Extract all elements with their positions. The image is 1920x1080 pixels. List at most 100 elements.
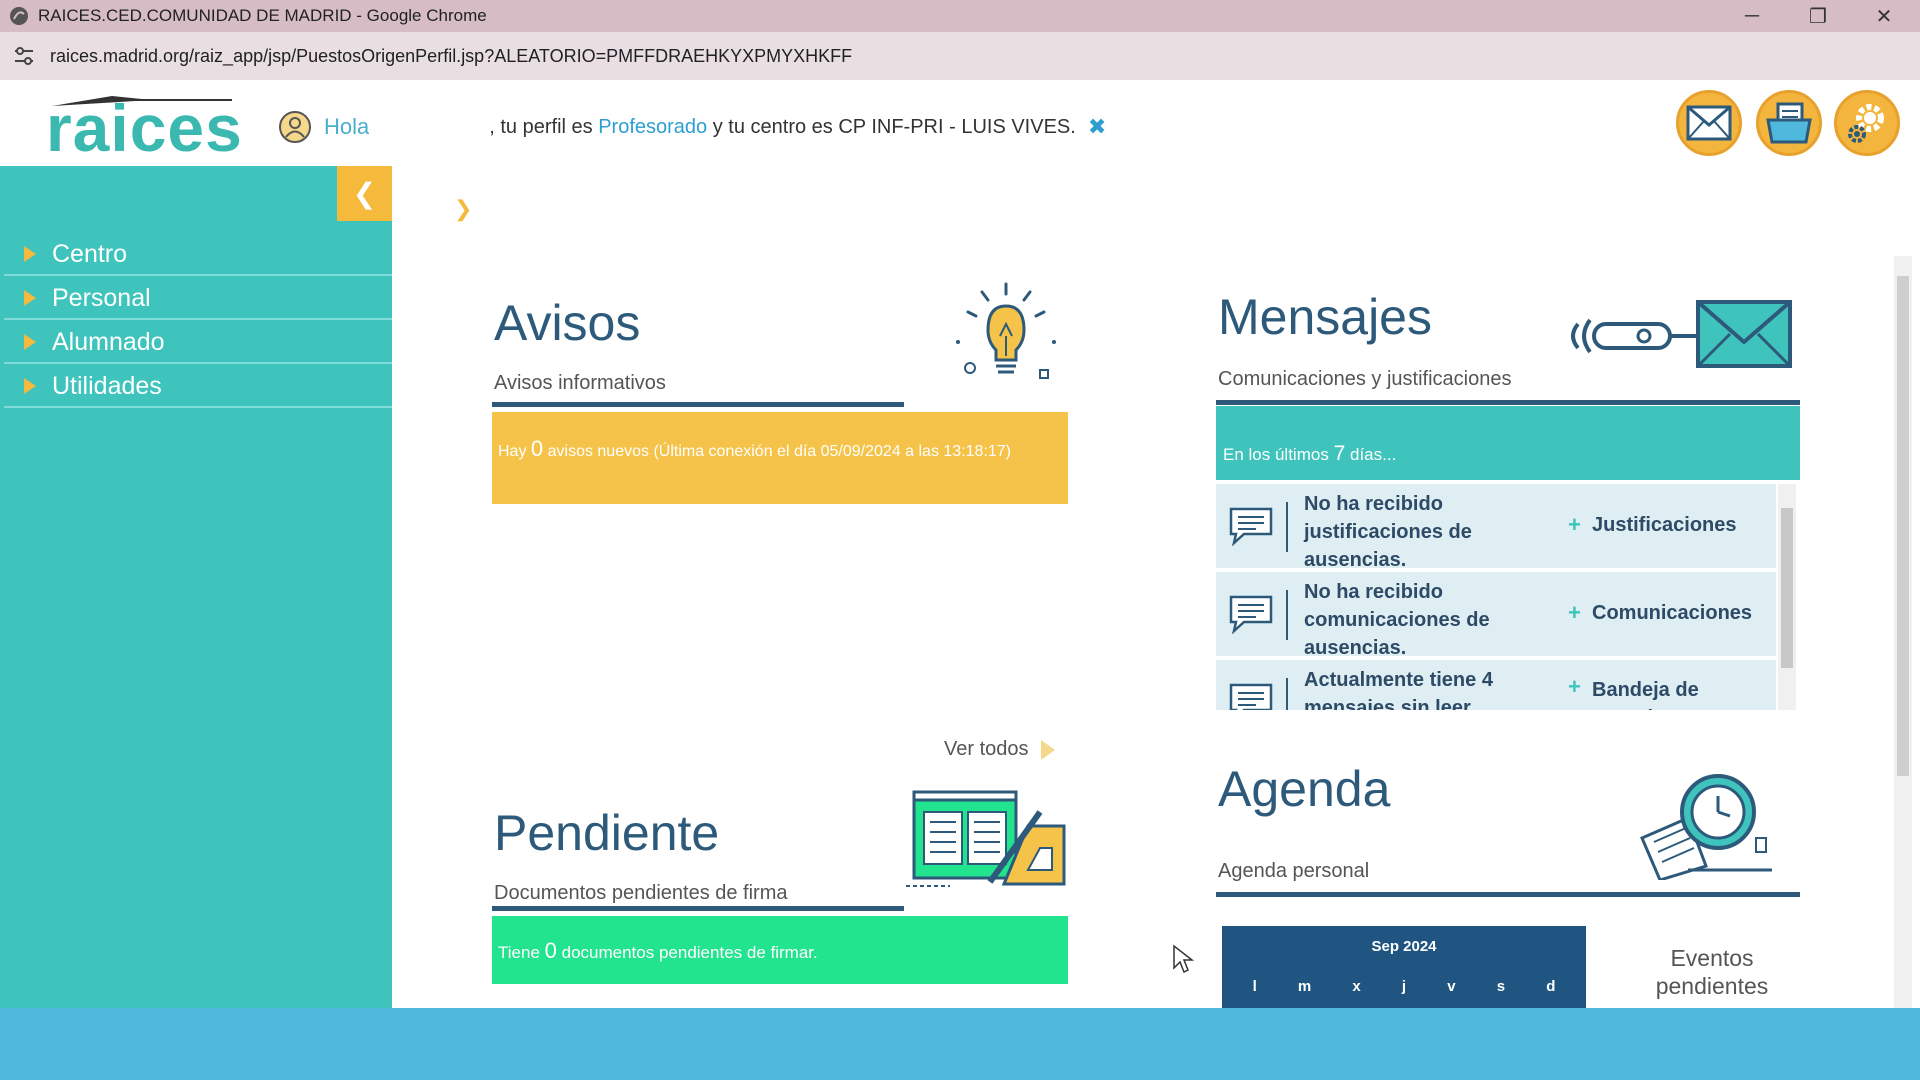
- sidebar-item-utilidades[interactable]: Utilidades: [4, 366, 392, 408]
- envelope-icon: [1686, 105, 1732, 141]
- clock-agenda-icon: [1640, 774, 1772, 880]
- scrollbar-thumb[interactable]: [1897, 276, 1909, 776]
- bar-prefix: En los últimos: [1223, 445, 1329, 464]
- ver-todos-label: Ver todos: [944, 738, 1029, 760]
- avisos-suffix: avisos nuevos (Última conexión el día 05…: [547, 443, 1012, 460]
- sidebar-item-label: Centro: [52, 239, 128, 268]
- email-send-icon: [1571, 300, 1792, 368]
- bandeja-de-entrada-link[interactable]: Bandeja de entrada: [1592, 676, 1762, 710]
- mensajes-scrollbar[interactable]: [1778, 484, 1796, 710]
- comunicaciones-link[interactable]: Comunicaciones: [1592, 602, 1752, 625]
- avisos-count: 0: [530, 436, 544, 461]
- mensajes-underline: [1216, 400, 1800, 405]
- message-text: No ha recibido comunicaciones de ausenci…: [1304, 581, 1490, 659]
- collapse-sidebar-button[interactable]: ❮: [337, 166, 392, 221]
- browser-title-bar: RAICES.CED.COMUNIDAD DE MADRID - Google …: [0, 0, 1920, 32]
- sidebar: ❮ Centro Personal Alumnado Utilidades: [0, 166, 392, 1008]
- mensajes-title: Mensajes: [1218, 289, 1432, 345]
- greeting-text-2: y tu centro es CP INF-PRI - LUIS VIVES.: [712, 115, 1076, 138]
- sidebar-item-personal[interactable]: Personal: [4, 278, 392, 320]
- plus-icon[interactable]: +: [1568, 600, 1581, 626]
- pendiente-subtitle: Documentos pendientes de firma: [494, 882, 788, 904]
- greeting-text-1: , tu perfil es: [489, 115, 593, 138]
- settings-button[interactable]: [1834, 90, 1900, 156]
- chat-icon: [1229, 507, 1273, 546]
- message-text: No ha recibido justificaciones de ausenc…: [1304, 493, 1472, 571]
- pendiente-underline: [492, 906, 904, 911]
- message-text: Actualmente tiene 4 mensajes sin leer.: [1304, 669, 1493, 710]
- triangle-right-icon: [24, 378, 36, 394]
- justificaciones-link[interactable]: Justificaciones: [1592, 514, 1737, 537]
- row-separator: [1286, 502, 1288, 552]
- weekday-label: x: [1352, 978, 1361, 995]
- redacted-username: [369, 114, 490, 140]
- minimize-button[interactable]: ─: [1720, 0, 1784, 32]
- chevron-left-icon: ❮: [352, 178, 377, 209]
- page-scrollbar[interactable]: [1894, 256, 1912, 1008]
- plus-icon[interactable]: +: [1568, 512, 1581, 538]
- agenda-title: Agenda: [1218, 761, 1391, 817]
- greeting: Hola , tu perfil es Profesorado y tu cen…: [278, 110, 1106, 144]
- pendiente-message-box[interactable]: Tiene 0 documentos pendientes de firmar.: [492, 916, 1068, 984]
- signing-documents-icon: [906, 790, 1066, 887]
- triangle-right-icon: [24, 290, 36, 306]
- pendiente-prefix: Tiene: [498, 943, 540, 962]
- app-header: raices Hola , tu perfil es Profesorado y…: [0, 80, 1920, 166]
- agenda-subtitle: Agenda personal: [1218, 860, 1370, 882]
- triangle-right-icon: [24, 246, 36, 262]
- pendiente-suffix: documentos pendientes de firmar.: [561, 943, 818, 962]
- browser-window: RAICES.CED.COMUNIDAD DE MADRID - Google …: [0, 0, 1920, 1008]
- list-item: No ha recibido comunicaciones de ausenci…: [1216, 572, 1776, 659]
- raices-logo[interactable]: raices: [46, 90, 243, 166]
- sidebar-item-label: Alumnado: [52, 327, 165, 356]
- documents-button[interactable]: [1756, 90, 1822, 156]
- avisos-title: Avisos: [494, 295, 641, 351]
- address-bar: raices.madrid.org/raiz_app/jsp/PuestosOr…: [0, 32, 1920, 80]
- lightbulb-icon: [956, 282, 1056, 379]
- eventos-line-1: Eventos: [1670, 945, 1754, 971]
- list-item: No ha recibido justificaciones de ausenc…: [1216, 484, 1776, 571]
- chat-icon: [1229, 595, 1273, 634]
- gear-icon: [1848, 104, 1884, 143]
- site-favicon-icon: [10, 7, 28, 25]
- list-item: Actualmente tiene 4 mensajes sin leer. +…: [1216, 660, 1776, 710]
- ver-todos-link[interactable]: Ver todos: [944, 738, 1055, 761]
- mensajes-subtitle: Comunicaciones y justificaciones: [1218, 368, 1512, 390]
- avisos-message-box[interactable]: Hay 0 avisos nuevos (Última conexión el …: [492, 412, 1068, 504]
- pendiente-title: Pendiente: [494, 805, 720, 861]
- mouse-cursor-icon: [1173, 944, 1194, 974]
- user-icon: [279, 111, 311, 143]
- main-content: ❯ Avisos Avisos informativos Hay 0 aviso…: [392, 166, 1912, 1008]
- close-greeting-icon[interactable]: ✖: [1088, 114, 1106, 140]
- weekday-label: j: [1401, 978, 1407, 995]
- calendar-widget[interactable]: Sep 2024 l m x j v s d: [1222, 926, 1586, 1008]
- eventos-line-2: pendientes: [1655, 973, 1769, 999]
- greeting-hello: Hola: [324, 114, 370, 139]
- triangle-right-icon: [24, 334, 36, 350]
- bar-count: 7: [1333, 442, 1346, 465]
- scrollbar-thumb[interactable]: [1781, 508, 1793, 668]
- mensajes-list: No ha recibido justificaciones de ausenc…: [1216, 484, 1788, 710]
- sidebar-item-centro[interactable]: Centro: [4, 234, 392, 276]
- close-window-button[interactable]: ✕: [1852, 0, 1916, 32]
- row-separator: [1286, 678, 1288, 710]
- plus-icon[interactable]: +: [1568, 674, 1581, 700]
- site-settings-icon[interactable]: [12, 44, 36, 68]
- weekday-label: s: [1496, 978, 1506, 995]
- mensajes-summary-bar: En los últimos 7 días...: [1216, 406, 1800, 480]
- restore-button[interactable]: ❐: [1786, 0, 1850, 32]
- weekday-label: d: [1546, 978, 1556, 995]
- sidebar-item-label: Utilidades: [52, 371, 162, 400]
- profile-link[interactable]: Profesorado: [598, 116, 707, 139]
- chevron-right-icon[interactable]: ❯: [454, 196, 472, 222]
- weekday-label: l: [1252, 978, 1257, 995]
- calendar-month[interactable]: Sep 2024: [1222, 938, 1586, 955]
- eventos-pendientes[interactable]: Eventos pendientes: [1632, 944, 1792, 1000]
- agenda-underline: [1216, 892, 1800, 897]
- sidebar-item-alumnado[interactable]: Alumnado: [4, 322, 392, 364]
- pendiente-count: 0: [544, 938, 557, 963]
- url-field[interactable]: raices.madrid.org/raiz_app/jsp/PuestosOr…: [50, 46, 852, 67]
- calendar-weekdays: l m x j v s d: [1222, 978, 1586, 995]
- mail-button[interactable]: [1676, 90, 1742, 156]
- avisos-prefix: Hay: [498, 443, 527, 460]
